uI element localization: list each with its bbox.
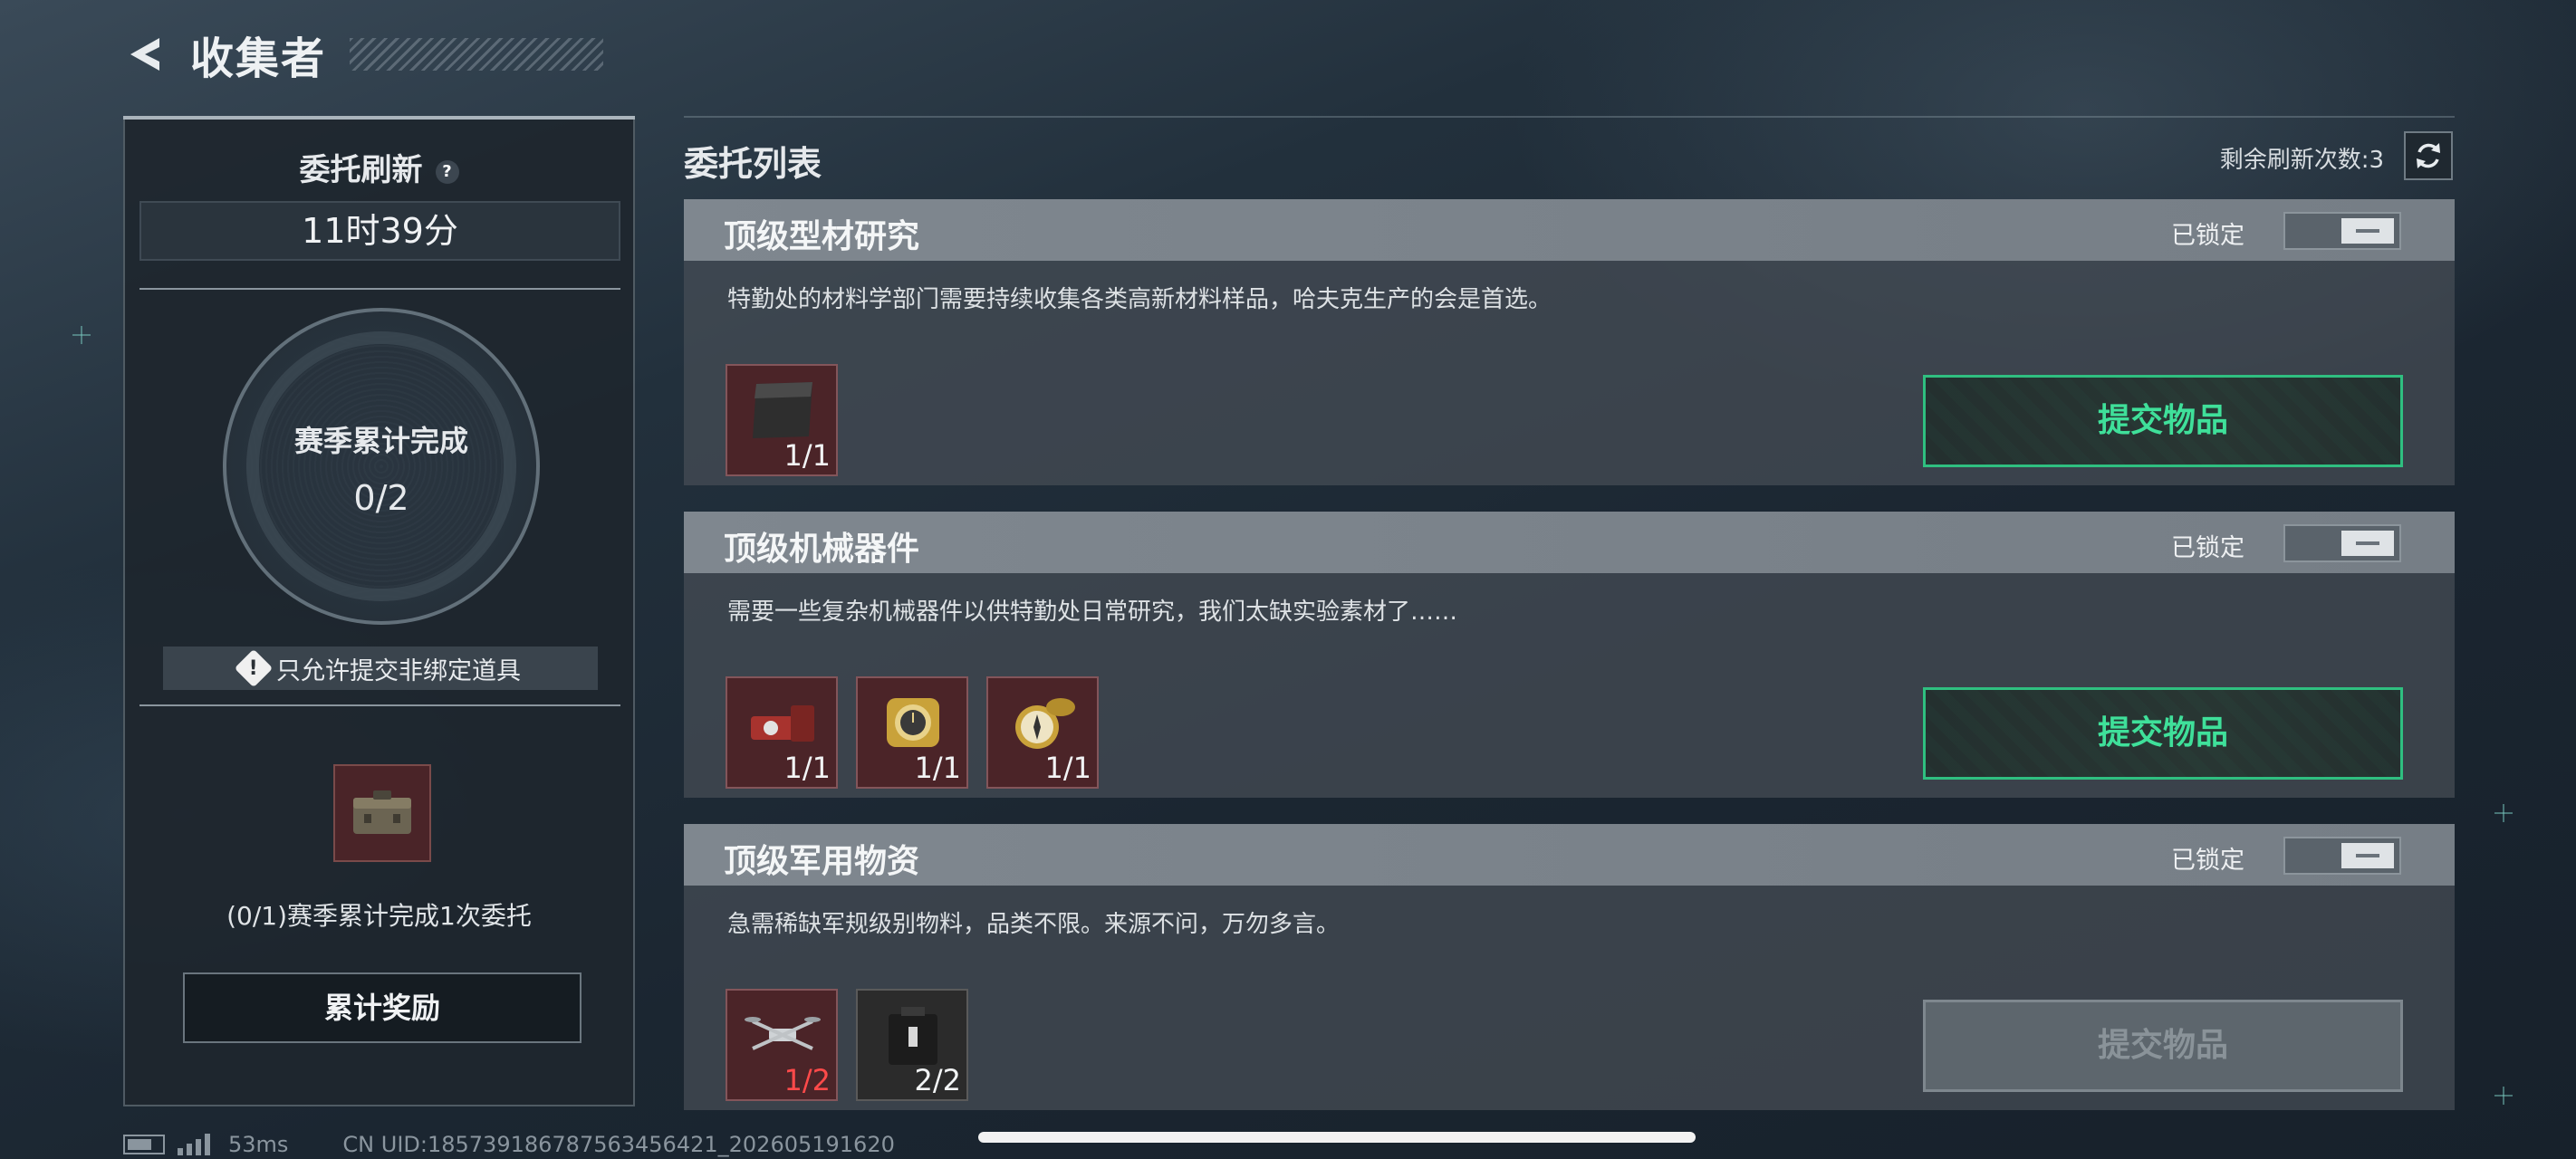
task-name: 顶级军用物资 (724, 843, 920, 880)
title-stripes-decoration (350, 38, 604, 71)
toggle-knob (2341, 531, 2394, 556)
supply-crate-icon (353, 790, 411, 834)
submit-items-button[interactable]: 提交物品 (1923, 687, 2403, 780)
crosshair-decoration (2494, 1087, 2513, 1105)
required-item[interactable]: 1/1 (726, 676, 838, 789)
task-description: 需要一些复杂机械器件以供特勤处日常研究，我们太缺实验素材了…… (727, 599, 1458, 626)
refresh-title-label: 委托刷新 (299, 152, 423, 188)
divider (684, 116, 2455, 118)
reward-item[interactable] (333, 764, 431, 862)
ring-inner-decoration (246, 331, 516, 601)
lock-toggle[interactable] (2283, 212, 2401, 250)
task-description: 急需稀缺军规级别物料，品类不限。来源不问，万勿多言。 (727, 911, 1341, 938)
item-quantity: 1/2 (783, 1063, 831, 1097)
notice-text: 只允许提交非绑定道具 (276, 656, 521, 685)
item-quantity: 1/1 (1044, 751, 1092, 785)
season-count: 0/2 (353, 478, 409, 518)
signal-icon (178, 1134, 210, 1155)
ping-value: 53ms (228, 1132, 289, 1157)
item-quantity: 1/1 (783, 438, 831, 473)
task-header: 顶级型材研究 已锁定 (684, 199, 2455, 261)
season-progress-ring: 赛季累计完成 0/2 (223, 308, 540, 625)
required-item[interactable]: 1/1 (726, 364, 838, 476)
task-list-title: 委托列表 (684, 144, 822, 184)
battery-icon (123, 1135, 165, 1154)
divider (139, 288, 620, 290)
item-quantity: 1/1 (914, 751, 962, 785)
required-item[interactable]: 1/1 (856, 676, 968, 789)
submit-items-button[interactable]: 提交物品 (1923, 375, 2403, 467)
notice-banner: ! 只允许提交非绑定道具 (163, 647, 598, 690)
lock-label: 已锁定 (2171, 534, 2244, 562)
task-card: 顶级军用物资 已锁定 急需稀缺军规级别物料，品类不限。来源不问，万勿多言。 1/… (684, 824, 2455, 1110)
military-case-icon (889, 1007, 937, 1065)
back-button[interactable] (118, 27, 172, 81)
task-card: 顶级型材研究 已锁定 特勤处的材料学部门需要持续收集各类高新材料样品，哈夫克生产… (684, 199, 2455, 485)
pocket-compass-icon (1015, 698, 1075, 749)
refresh-panel: 委托刷新? 11时39分 赛季累计完成 0/2 ! 只允许提交非绑定道具 (0/… (123, 116, 635, 1106)
season-label: 赛季累计完成 (293, 424, 468, 458)
item-quantity: 2/2 (914, 1063, 962, 1097)
page-title: 收集者 (190, 34, 327, 84)
required-item[interactable]: 1/2 (726, 989, 838, 1101)
submit-items-button[interactable]: 提交物品 (1923, 1000, 2403, 1092)
status-bar: 53ms CN UID:18573918678756345642​1_20260… (123, 1130, 895, 1159)
remaining-refresh-count: 剩余刷新次数:3 (2219, 147, 2384, 174)
toggle-knob (2341, 218, 2394, 244)
lock-toggle[interactable] (2283, 524, 2401, 562)
task-header: 顶级机械器件 已锁定 (684, 512, 2455, 573)
refresh-button[interactable] (2404, 131, 2453, 180)
lock-label: 已锁定 (2171, 222, 2244, 250)
material-plate-icon (753, 382, 812, 438)
help-icon[interactable]: ? (435, 159, 459, 184)
task-card: 顶级机械器件 已锁定 需要一些复杂机械器件以供特勤处日常研究，我们太缺实验素材了… (684, 512, 2455, 798)
required-item[interactable]: 2/2 (856, 989, 968, 1101)
gold-watch-icon (887, 698, 939, 747)
warning-icon: ! (234, 648, 274, 688)
cumulative-reward-button[interactable]: 累计奖励 (183, 972, 582, 1043)
task-name: 顶级机械器件 (724, 531, 920, 568)
toggle-knob (2341, 843, 2394, 868)
page-header: 收集者 (118, 18, 604, 91)
mechanical-part-icon (751, 705, 814, 742)
crosshair-decoration (72, 326, 91, 344)
task-description: 特勤处的材料学部门需要持续收集各类高新材料样品，哈夫克生产的会是首选。 (727, 286, 1552, 313)
required-items: 1/1 (726, 364, 838, 476)
lock-toggle[interactable] (2283, 837, 2401, 875)
crosshair-decoration (2494, 804, 2513, 822)
required-items: 1/2 2/2 (726, 989, 968, 1101)
reward-description: (0/1)赛季累计完成1次委托 (226, 901, 532, 931)
required-item[interactable]: 1/1 (986, 676, 1099, 789)
divider (139, 704, 620, 706)
refresh-icon (2417, 143, 2440, 168)
drone-icon (745, 1017, 821, 1050)
user-uid: CN UID:18573918678756345642​1_2026051916… (342, 1132, 895, 1157)
lock-label: 已锁定 (2171, 847, 2244, 875)
back-arrow-icon (130, 38, 159, 71)
home-indicator[interactable] (978, 1132, 1696, 1143)
task-header: 顶级军用物资 已锁定 (684, 824, 2455, 886)
item-quantity: 1/1 (783, 751, 831, 785)
refresh-timer: 11时39分 (139, 201, 620, 261)
task-name: 顶级型材研究 (724, 218, 920, 255)
refresh-title: 委托刷新? (125, 145, 633, 189)
required-items: 1/1 1/1 1/1 (726, 676, 1099, 789)
